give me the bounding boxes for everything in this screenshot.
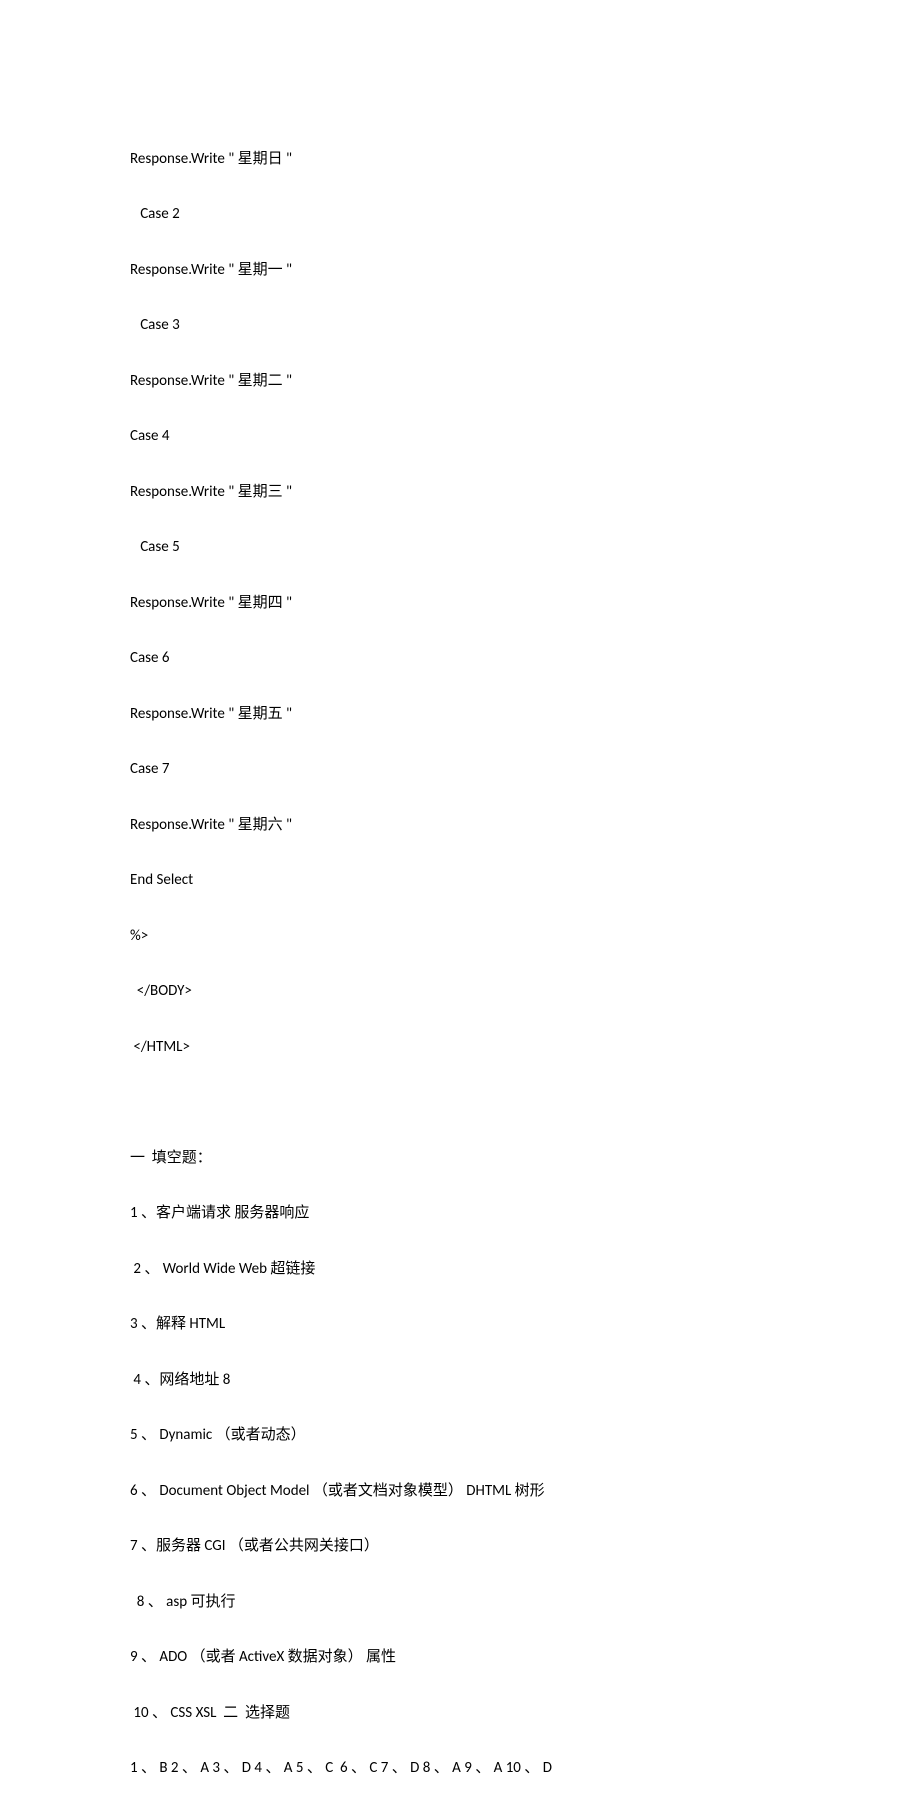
code-line: Response.Write " 星期四 " (130, 590, 790, 618)
code-line: Case 2 (130, 201, 790, 229)
code-line: Response.Write " 星期三 " (130, 479, 790, 507)
code-line: %> (130, 923, 790, 951)
document-content: Response.Write " 星期日 " Case 2 Response.W… (130, 118, 790, 1811)
answer-line: 1 、 B 2 、 A 3 、 D 4 、 A 5 、 C 6 、 C 7 、 … (130, 1755, 790, 1783)
code-line: Case 5 (130, 534, 790, 562)
code-line: End Select (130, 867, 790, 895)
answer-line: 一 填空题： (130, 1145, 790, 1173)
code-line: Case 6 (130, 645, 790, 673)
code-line: </HTML> (130, 1034, 790, 1062)
blank-line (130, 1089, 790, 1117)
code-line: Case 7 (130, 756, 790, 784)
answer-line: 9 、 ADO （或者 ActiveX 数据对象） 属性 (130, 1644, 790, 1672)
code-line: Response.Write " 星期六 " (130, 812, 790, 840)
answer-line: 4 、网络地址 8 (130, 1367, 790, 1395)
answer-line: 7 、服务器 CGI （或者公共网关接口） (130, 1533, 790, 1561)
code-line: Response.Write " 星期日 " (130, 146, 790, 174)
answer-line: 8 、 asp 可执行 (130, 1589, 790, 1617)
code-line: Response.Write " 星期五 " (130, 701, 790, 729)
answer-line: 1 、客户端请求 服务器响应 (130, 1200, 790, 1228)
code-line: Case 3 (130, 312, 790, 340)
code-line: Response.Write " 星期一 " (130, 257, 790, 285)
code-line: </BODY> (130, 978, 790, 1006)
code-line: Response.Write " 星期二 " (130, 368, 790, 396)
answer-line: 6 、 Document Object Model （或者文档对象模型） DHT… (130, 1478, 790, 1506)
code-line: Case 4 (130, 423, 790, 451)
answer-line: 5 、 Dynamic （或者动态） (130, 1422, 790, 1450)
answer-line: 10 、 CSS XSL 二 选择题 (130, 1700, 790, 1728)
answer-line: 2 、 World Wide Web 超链接 (130, 1256, 790, 1284)
answer-line: 3 、解释 HTML (130, 1311, 790, 1339)
